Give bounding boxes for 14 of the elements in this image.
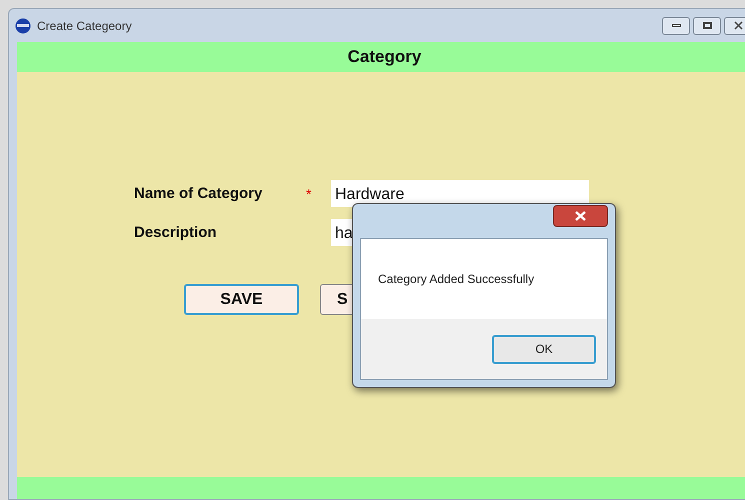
window-title: Create Categeory bbox=[37, 18, 132, 34]
required-mark: * bbox=[306, 186, 312, 202]
minimize-button[interactable] bbox=[662, 16, 690, 34]
field-label: Description bbox=[134, 223, 218, 243]
close-icon bbox=[575, 211, 586, 221]
close-button[interactable] bbox=[553, 205, 608, 227]
maximize-button[interactable] bbox=[693, 16, 721, 34]
dialog-message: Category Added Successfully bbox=[378, 271, 534, 288]
close-button[interactable] bbox=[724, 16, 745, 34]
header-title: Category bbox=[348, 46, 422, 68]
field-label: Name of Category bbox=[134, 184, 264, 204]
close-icon bbox=[734, 21, 742, 30]
ok-button[interactable]: OK bbox=[492, 334, 596, 364]
form-button[interactable]: SAVE bbox=[184, 284, 299, 315]
